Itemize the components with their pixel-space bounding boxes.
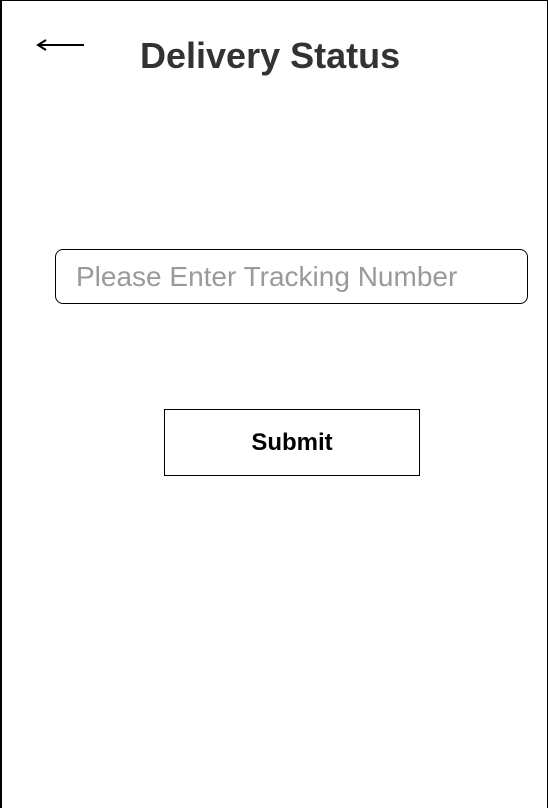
submit-button[interactable]: Submit bbox=[164, 409, 420, 476]
page-title: Delivery Status bbox=[140, 35, 401, 76]
arrow-left-icon bbox=[36, 39, 84, 51]
delivery-status-screen: Delivery Status Submit bbox=[0, 0, 548, 808]
back-button[interactable] bbox=[33, 31, 85, 61]
tracking-number-input[interactable] bbox=[55, 249, 528, 304]
